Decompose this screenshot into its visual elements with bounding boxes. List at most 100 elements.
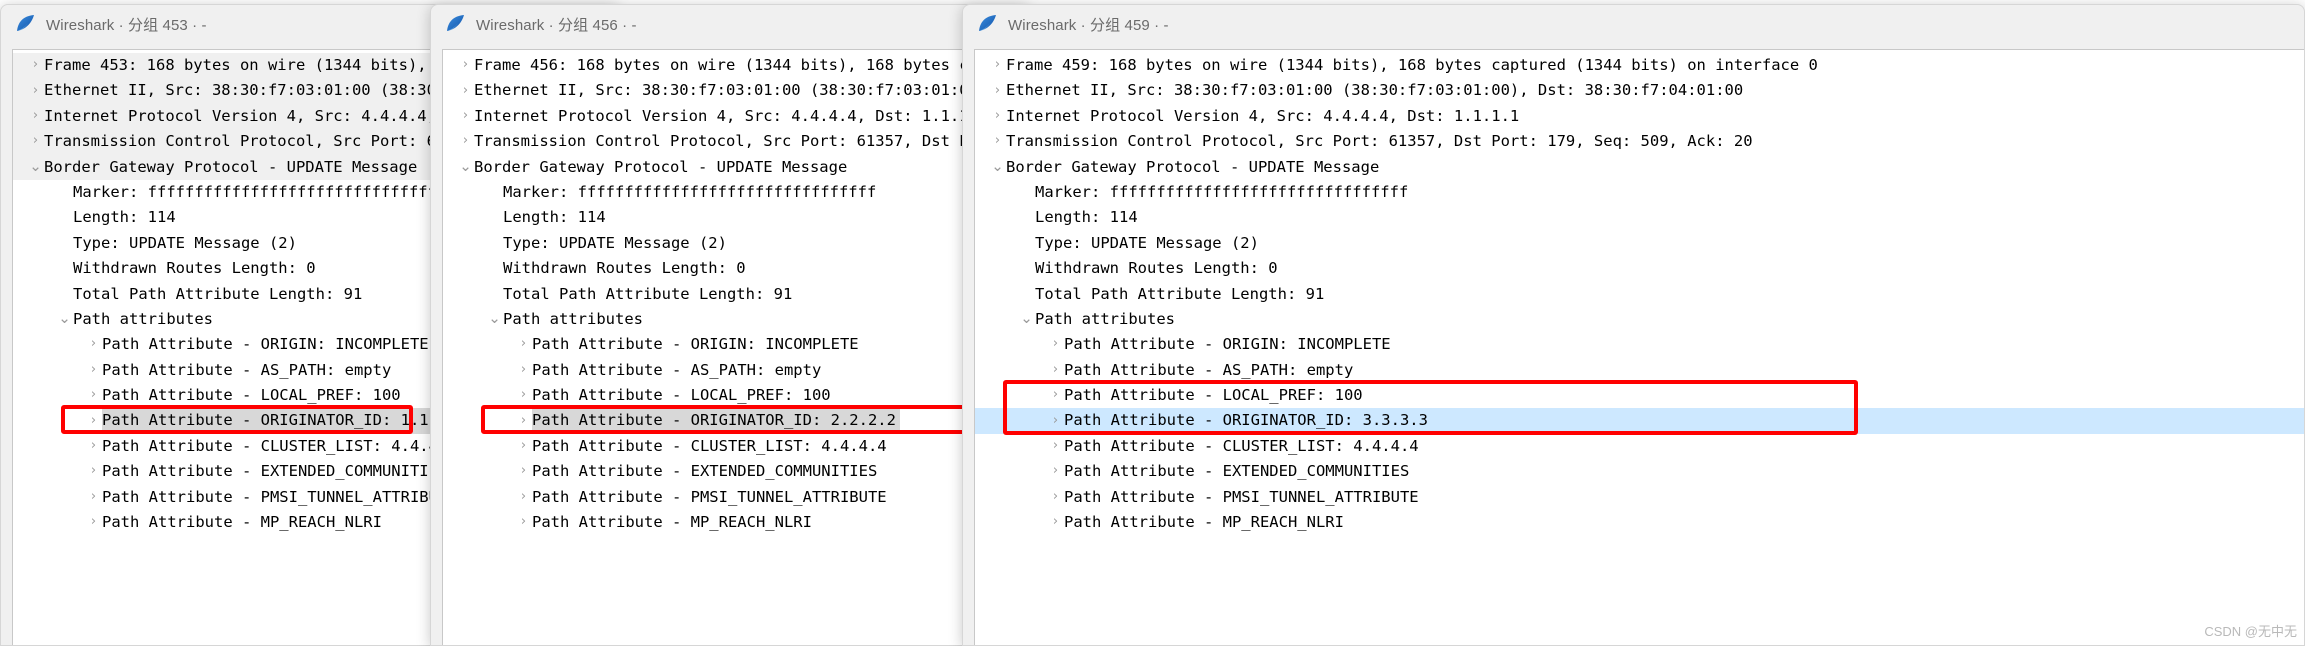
chevron-right-icon[interactable]: › <box>515 490 532 503</box>
packet-tree-row[interactable]: › Path Attribute - ORIGIN: INCOMPLETE <box>975 332 2304 357</box>
packet-tree-row[interactable]: › Internet Protocol Version 4, Src: 4.4.4… <box>975 104 2304 129</box>
chevron-right-icon[interactable]: › <box>85 388 102 401</box>
packet-tree-row[interactable]: › Path Attribute - MP_REACH_NLRI <box>975 510 2304 535</box>
chevron-right-icon[interactable]: › <box>27 58 44 71</box>
packet-tree-row[interactable]: › Path Attribute - AS_PATH: empty <box>975 358 2304 383</box>
packet-tree-row[interactable]: › Path Attribute - AS_PATH: empty <box>443 358 1029 383</box>
chevron-right-icon[interactable]: › <box>989 58 1006 71</box>
packet-tree-row[interactable]: Total Path Attribute Length: 91 <box>975 282 2304 307</box>
chevron-right-icon[interactable]: › <box>515 515 532 528</box>
packet-tree-row[interactable]: › Path Attribute - PMSI_TUNNEL_ATTRIBUTE <box>975 485 2304 510</box>
title-bar-456[interactable]: Wireshark · 分组 456 · - <box>431 5 1029 43</box>
chevron-down-icon[interactable]: ⌄ <box>1018 311 1035 326</box>
chevron-right-icon[interactable]: › <box>457 134 474 147</box>
chevron-right-icon[interactable]: › <box>1047 464 1064 477</box>
chevron-right-icon[interactable]: › <box>515 337 532 350</box>
packet-tree-row-label: Path Attribute - MP_REACH_NLRI <box>1064 513 1344 532</box>
chevron-right-icon[interactable]: › <box>85 515 102 528</box>
packet-tree-row[interactable]: › Frame 459: 168 bytes on wire (1344 bits… <box>975 53 2304 78</box>
packet-tree-row[interactable]: Withdrawn Routes Length: 0 <box>443 256 1029 281</box>
packet-tree-row[interactable]: ⌄ Path attributes <box>443 307 1029 332</box>
packet-tree-row[interactable]: Marker: ffffffffffffffffffffffffffffffff <box>975 180 2304 205</box>
chevron-down-icon[interactable]: ⌄ <box>989 158 1006 174</box>
packet-tree-row[interactable]: Total Path Attribute Length: 91 <box>443 282 1029 307</box>
chevron-right-icon[interactable]: › <box>1047 337 1064 350</box>
wireshark-window-456[interactable]: Wireshark · 分组 456 · - › Frame 456: 168 b… <box>430 4 1030 646</box>
chevron-right-icon[interactable]: › <box>1047 490 1064 503</box>
packet-tree-row-label: Internet Protocol Version 4, Src: 4.4.4.… <box>1006 106 1520 125</box>
chevron-right-icon[interactable]: › <box>457 58 474 71</box>
packet-tree-row[interactable]: › Transmission Control Protocol, Src Port… <box>443 129 1029 154</box>
packet-tree-row[interactable]: Type: UPDATE Message (2) <box>443 231 1029 256</box>
chevron-right-icon[interactable]: › <box>85 490 102 503</box>
chevron-right-icon[interactable]: › <box>85 337 102 350</box>
chevron-down-icon[interactable]: ⌄ <box>27 158 44 174</box>
wireshark-window-459[interactable]: Wireshark · 分组 459 · - › Frame 459: 168 b… <box>962 4 2305 646</box>
chevron-right-icon[interactable]: › <box>85 363 102 376</box>
chevron-right-icon[interactable]: › <box>515 439 532 452</box>
chevron-right-icon[interactable]: › <box>457 109 474 122</box>
chevron-right-icon[interactable]: › <box>27 134 44 147</box>
packet-tree-row[interactable]: › Path Attribute - MP_REACH_NLRI <box>443 510 1029 535</box>
packet-tree-row[interactable]: › Transmission Control Protocol, Src Port… <box>975 129 2304 154</box>
packet-detail-pane-459[interactable]: › Frame 459: 168 bytes on wire (1344 bits… <box>974 49 2304 645</box>
packet-tree-row[interactable]: › Frame 456: 168 bytes on wire (1344 bits… <box>443 53 1029 78</box>
packet-tree-row[interactable]: ⌄ Border Gateway Protocol - UPDATE Messag… <box>443 155 1029 180</box>
packet-tree-459[interactable]: › Frame 459: 168 bytes on wire (1344 bits… <box>975 50 2304 535</box>
packet-tree-row-label: Ethernet II, Src: 38:30:f7:03:01:00 (38:… <box>1006 81 1744 100</box>
packet-tree-row-label: Type: UPDATE Message (2) <box>73 233 297 252</box>
packet-tree-456[interactable]: › Frame 456: 168 bytes on wire (1344 bits… <box>443 50 1029 535</box>
packet-tree-row-label: Total Path Attribute Length: 91 <box>503 284 793 303</box>
packet-tree-row[interactable]: › Path Attribute - LOCAL_PREF: 100 <box>975 383 2304 408</box>
chevron-down-icon[interactable]: ⌄ <box>457 158 474 174</box>
packet-tree-row[interactable]: › Path Attribute - ORIGIN: INCOMPLETE <box>443 332 1029 357</box>
packet-tree-row[interactable]: › Path Attribute - ORIGINATOR_ID: 3.3.3.3 <box>975 408 2304 434</box>
packet-tree-row-label: Path Attribute - EXTENDED_COMMUNITIES <box>102 462 448 481</box>
chevron-down-icon[interactable]: ⌄ <box>56 311 73 326</box>
packet-tree-row[interactable]: Marker: ffffffffffffffffffffffffffffffff <box>443 180 1029 205</box>
chevron-right-icon[interactable]: › <box>1047 515 1064 528</box>
packet-tree-row[interactable]: ›Ethernet II, Src: 38:30:f7:03:01:00 (38… <box>975 78 2304 103</box>
chevron-right-icon[interactable]: › <box>85 464 102 477</box>
pane-left-margin-459 <box>963 49 974 645</box>
chevron-right-icon[interactable]: › <box>457 84 474 97</box>
packet-tree-row[interactable]: › Path Attribute - LOCAL_PREF: 100 <box>443 383 1029 408</box>
chevron-right-icon[interactable]: › <box>85 414 102 427</box>
window-title-456: Wireshark · 分组 456 · - <box>476 16 637 34</box>
chevron-right-icon[interactable]: › <box>1047 363 1064 376</box>
chevron-right-icon[interactable]: › <box>515 363 532 376</box>
chevron-right-icon[interactable]: › <box>1047 413 1064 427</box>
packet-tree-row[interactable]: ⌄ Border Gateway Protocol - UPDATE Messag… <box>975 155 2304 180</box>
packet-tree-row[interactable]: Withdrawn Routes Length: 0 <box>975 256 2304 281</box>
title-bar-459[interactable]: Wireshark · 分组 459 · - <box>963 5 2304 43</box>
packet-tree-row[interactable]: › Path Attribute - EXTENDED_COMMUNITIES <box>443 459 1029 484</box>
packet-tree-row-label: Path Attribute - ORIGINATOR_ID: 1.1.1.1 <box>102 408 470 434</box>
packet-tree-row[interactable]: ⌄ Path attributes <box>975 307 2304 332</box>
packet-detail-pane-456[interactable]: › Frame 456: 168 bytes on wire (1344 bits… <box>442 49 1029 645</box>
chevron-right-icon[interactable]: › <box>27 84 44 97</box>
packet-tree-row[interactable]: › Path Attribute - CLUSTER_LIST: 4.4.4.4 <box>443 434 1029 459</box>
packet-tree-row-label: Path Attribute - LOCAL_PREF: 100 <box>532 386 831 405</box>
chevron-right-icon[interactable]: › <box>1047 388 1064 401</box>
packet-tree-row[interactable]: Type: UPDATE Message (2) <box>975 231 2304 256</box>
packet-tree-row-label: Path Attribute - ORIGIN: INCOMPLETE <box>1064 335 1391 354</box>
packet-tree-row[interactable]: › Path Attribute - PMSI_TUNNEL_ATTRIBUTE <box>443 485 1029 510</box>
chevron-right-icon[interactable]: › <box>515 414 532 427</box>
chevron-right-icon[interactable]: › <box>27 109 44 122</box>
chevron-right-icon[interactable]: › <box>1047 439 1064 452</box>
chevron-right-icon[interactable]: › <box>989 109 1006 122</box>
chevron-right-icon[interactable]: › <box>989 84 1006 97</box>
packet-tree-row[interactable]: ›Ethernet II, Src: 38:30:f7:03:01:00 (38… <box>443 78 1029 103</box>
chevron-down-icon[interactable]: ⌄ <box>486 311 503 326</box>
packet-tree-row[interactable]: › Internet Protocol Version 4, Src: 4.4.4… <box>443 104 1029 129</box>
chevron-right-icon[interactable]: › <box>85 439 102 452</box>
chevron-right-icon[interactable]: › <box>515 464 532 477</box>
packet-tree-row-label: Frame 459: 168 bytes on wire (1344 bits)… <box>1006 56 1818 74</box>
chevron-right-icon[interactable]: › <box>515 388 532 401</box>
chevron-right-icon[interactable]: › <box>989 134 1006 147</box>
packet-tree-row[interactable]: Length: 114 <box>975 205 2304 230</box>
packet-tree-row[interactable]: Length: 114 <box>443 205 1029 230</box>
packet-tree-row[interactable]: › Path Attribute - ORIGINATOR_ID: 2.2.2.2 <box>443 408 1029 434</box>
packet-tree-row[interactable]: › Path Attribute - CLUSTER_LIST: 4.4.4.4 <box>975 434 2304 459</box>
packet-tree-row[interactable]: › Path Attribute - EXTENDED_COMMUNITIES <box>975 459 2304 484</box>
